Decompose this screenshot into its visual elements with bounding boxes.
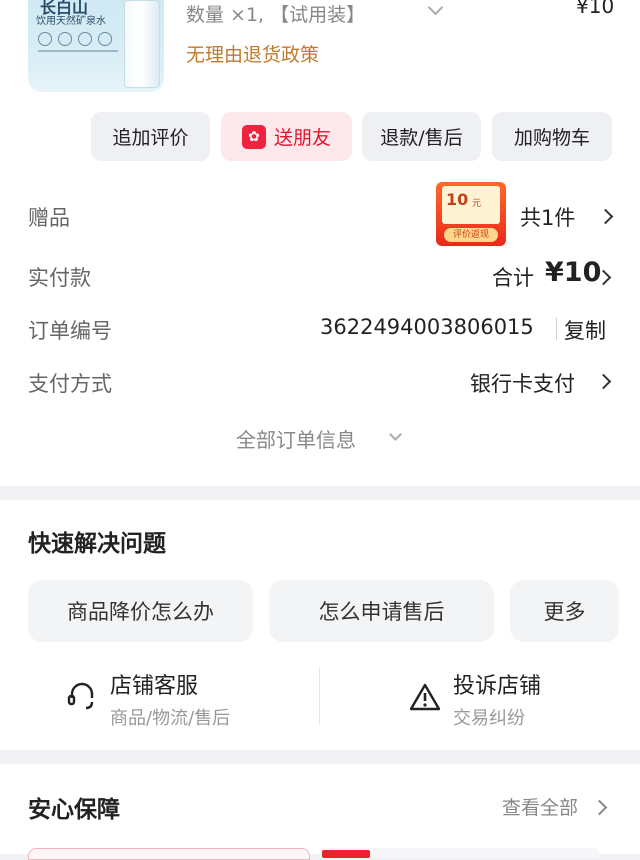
chevron-right-icon[interactable]: [591, 799, 608, 816]
refund-label: 退款/售后: [380, 127, 463, 149]
all-order-info-link[interactable]: 全部订单信息: [236, 424, 356, 453]
price-drop-label: 商品降价怎么办: [67, 600, 214, 624]
pay-method: 银行卡支付: [470, 372, 575, 396]
quick-help-card: 快速解决问题 商品降价怎么办 怎么申请售后 更多 店铺客服 商品/物流/售后 投…: [0, 500, 640, 750]
gift-count[interactable]: 共1件: [520, 202, 575, 232]
item-price: ¥10: [576, 0, 615, 18]
add-cart-button[interactable]: 加购物车: [492, 112, 612, 161]
view-all-link[interactable]: 查看全部: [502, 793, 578, 820]
guarantee-item[interactable]: [28, 848, 310, 860]
complain-store-title[interactable]: 投诉店铺: [453, 668, 541, 700]
order-number: 3622494003806015: [320, 315, 534, 339]
refund-button[interactable]: 退款/售后: [362, 112, 481, 161]
order-no-label: 订单编号: [28, 319, 112, 343]
gift-friend-button[interactable]: ✿ 送朋友: [221, 112, 352, 161]
guarantee-item[interactable]: [320, 848, 600, 858]
warning-icon[interactable]: [409, 682, 441, 712]
customer-service-icon[interactable]: [66, 680, 98, 712]
thumb-subtitle: 饮用天然矿泉水: [36, 16, 106, 27]
chevron-down-icon[interactable]: [389, 428, 402, 441]
chevron-down-icon[interactable]: [427, 0, 444, 16]
after-sale-question[interactable]: 怎么申请售后: [269, 580, 494, 642]
more-label: 更多: [543, 600, 586, 624]
pay-method-label: 支付方式: [28, 372, 112, 396]
guarantee-tag: [322, 850, 370, 858]
store-service-subtitle: 商品/物流/售后: [110, 708, 231, 729]
guarantee-card: 安心保障 查看全部: [0, 764, 640, 860]
feature-icon: [78, 32, 92, 46]
guarantee-title: 安心保障: [28, 797, 120, 823]
coupon-amount: 10: [446, 190, 469, 209]
gift-friend-label: 送朋友: [273, 127, 331, 149]
bottle-image: [124, 0, 160, 88]
copy-button[interactable]: 复制: [564, 315, 606, 345]
after-sale-label: 怎么申请售后: [318, 600, 445, 624]
order-detail-card: 长白山 饮用天然矿泉水 数量 ×1, 【试用装】 ¥10 无理由退货政策 追加评…: [0, 0, 640, 486]
more-questions-button[interactable]: 更多: [510, 580, 619, 642]
paid-amount: ¥10: [545, 257, 602, 288]
store-service-title[interactable]: 店铺客服: [110, 668, 198, 700]
coupon-footer: 评价返现: [444, 228, 498, 242]
quantity-spec: 数量 ×1, 【试用装】: [186, 4, 366, 26]
chevron-right-icon[interactable]: [595, 373, 612, 390]
coupon-unit: 元: [472, 199, 482, 209]
feature-icon: [38, 32, 52, 46]
paid-label: 实付款: [28, 266, 91, 290]
cashback-coupon[interactable]: 10 元 评价返现: [436, 182, 506, 246]
complain-store-subtitle: 交易纠纷: [453, 708, 525, 729]
quick-help-title: 快速解决问题: [28, 531, 166, 557]
copy-divider: [556, 318, 557, 340]
feature-icon: [58, 32, 72, 46]
add-cart-label: 加购物车: [513, 127, 590, 149]
gift-icon: ✿: [241, 124, 266, 149]
paid-prefix: 合计: [492, 266, 534, 290]
add-review-label: 追加评价: [112, 127, 189, 149]
add-review-button[interactable]: 追加评价: [91, 112, 210, 161]
gift-label: 赠品: [28, 206, 70, 230]
thumb-divider: [38, 50, 118, 52]
chevron-right-icon[interactable]: [597, 208, 614, 225]
service-divider: [319, 668, 320, 724]
price-drop-question[interactable]: 商品降价怎么办: [28, 580, 253, 642]
return-policy[interactable]: 无理由退货政策: [186, 40, 319, 67]
feature-icon: [98, 32, 112, 46]
product-thumbnail[interactable]: 长白山 饮用天然矿泉水: [28, 0, 164, 92]
